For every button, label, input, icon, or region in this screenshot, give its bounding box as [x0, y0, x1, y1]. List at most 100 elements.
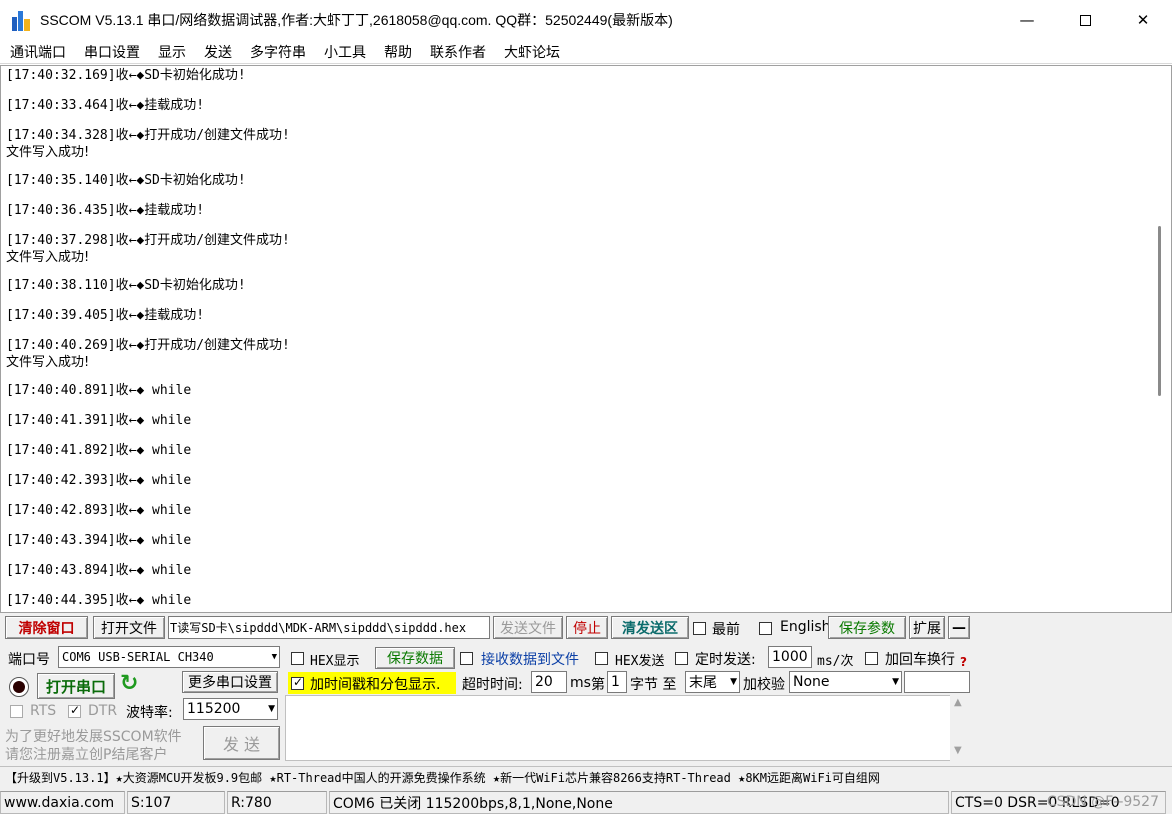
send-text-area[interactable] [285, 695, 970, 761]
promo-ticker[interactable]: 【升级到V5.13.1】★大资源MCU开发板9.9包邮 ★RT-Thread中国… [0, 766, 1172, 788]
log-line-text: [17:40:41.391]收←◆ while [6, 413, 192, 428]
rts-checkbox[interactable] [10, 705, 23, 718]
baud-label: 波特率: [126, 705, 173, 721]
log-line-text: [17:40:42.893]收←◆ while [6, 503, 192, 518]
status-sent-count: S:107 [127, 791, 225, 814]
refresh-icon[interactable]: ↻ [120, 671, 138, 696]
end-select-value: 末尾 [689, 675, 717, 691]
status-url[interactable]: www.daxia.com [0, 791, 125, 814]
chevron-down-icon: ▼ [892, 677, 899, 687]
log-line-text: [17:40:39.405]收←◆挂载成功! [6, 308, 205, 323]
log-line-text: [17:40:36.435]收←◆挂载成功! [6, 203, 205, 218]
collapse-button[interactable]: — [948, 616, 970, 639]
minimize-button[interactable]: — [998, 0, 1056, 40]
log-line: [17:40:38.110]收←◆SD卡初始化成功! [6, 276, 290, 306]
send-button[interactable]: 发 送 [203, 726, 280, 760]
english-checkbox[interactable] [759, 622, 772, 635]
clear-window-button[interactable]: 清除窗口 [5, 616, 88, 639]
log-line: [17:40:40.891]收←◆ while [6, 381, 290, 411]
hex-display-checkbox[interactable] [291, 652, 304, 665]
open-port-button[interactable]: 打开串口 [37, 673, 115, 699]
nth-byte-input[interactable]: 1 [607, 671, 627, 693]
log-line-text: [17:40:40.891]收←◆ while [6, 383, 192, 398]
byte-to-label: 字节 至 [630, 677, 677, 693]
minimize-icon: — [1019, 11, 1035, 29]
file-path-field[interactable]: T读写SD卡\sipddd\MDK-ARM\sipddd\sipddd.hex [168, 616, 490, 639]
baud-select[interactable]: 115200 ▼ [183, 698, 278, 720]
port-label: 端口号 [8, 652, 50, 668]
promo-note-line-1: 为了更好地发展SSCOM软件 [5, 729, 182, 745]
menu-bar: 通讯端口 串口设置 显示 发送 多字符串 小工具 帮助 联系作者 大虾论坛 [0, 40, 1172, 64]
dtr-checkbox[interactable] [68, 703, 81, 718]
status-port-info: COM6 已关闭 115200bps,8,1,None,None [329, 791, 949, 814]
log-line: [17:40:40.269]收←◆打开成功/创建文件成功! 文件写入成功! [6, 336, 290, 381]
topmost-checkbox[interactable] [693, 622, 706, 635]
log-line-text: [17:40:37.298]收←◆打开成功/创建文件成功! [6, 233, 290, 248]
recv-to-file-label[interactable]: 接收数据到文件 [481, 649, 579, 669]
log-line: [17:40:34.328]收←◆打开成功/创建文件成功! 文件写入成功! [6, 126, 290, 171]
menu-item-contact[interactable]: 联系作者 [422, 42, 494, 62]
log-line-text: [17:40:34.328]收←◆打开成功/创建文件成功! [6, 128, 290, 143]
timed-interval-input[interactable]: 1000 [768, 646, 812, 668]
hex-send-label: HEX发送 [615, 654, 665, 669]
menu-item-serial-settings[interactable]: 串口设置 [76, 42, 148, 62]
menu-item-forum[interactable]: 大虾论坛 [496, 42, 568, 62]
receive-log: [17:40:32.169]收←◆SD卡初始化成功! [17:40:33.464… [6, 66, 290, 612]
log-line-text: [17:40:35.140]收←◆SD卡初始化成功! [6, 173, 246, 188]
receive-scrollbar[interactable] [1158, 226, 1161, 396]
status-line-signals: CTS=0 DSR=0 RLSD=0 CSDN @F--9527 [951, 791, 1166, 814]
chevron-down-icon: ▼ [271, 652, 277, 662]
send-file-button[interactable]: 发送文件 [493, 616, 563, 639]
menu-item-tools[interactable]: 小工具 [316, 42, 374, 62]
timeout-input[interactable]: 20 [531, 671, 567, 693]
promo-ticker-text: 【升级到V5.13.1】★大资源MCU开发板9.9包邮 ★RT-Thread中国… [5, 771, 880, 785]
menu-item-port[interactable]: 通讯端口 [2, 42, 74, 62]
window-title: SSCOM V5.13.1 串口/网络数据调试器,作者:大虾丁丁,2618058… [40, 12, 673, 28]
log-line: [17:40:33.464]收←◆挂载成功! [6, 96, 290, 126]
hex-send-checkbox[interactable] [595, 652, 608, 665]
open-file-button[interactable]: 打开文件 [93, 616, 165, 639]
menu-item-multi-string[interactable]: 多字符串 [242, 42, 314, 62]
port-select-value: COM6 USB-SERIAL CH340 [62, 650, 214, 664]
log-line: [17:40:32.169]收←◆SD卡初始化成功! [6, 66, 290, 96]
maximize-button[interactable] [1056, 0, 1114, 40]
log-line-text: [17:40:43.394]收←◆ while [6, 533, 192, 548]
menu-item-help[interactable]: 帮助 [376, 42, 420, 62]
scroll-down-icon[interactable]: ▼ [954, 745, 962, 756]
port-status-icon [9, 677, 29, 697]
save-params-button[interactable]: 保存参数 [828, 616, 906, 639]
clear-send-button[interactable]: 清发送区 [611, 616, 689, 639]
timed-unit-label: ms/次 [817, 654, 854, 669]
send-scrollbar[interactable]: ▲ ▼ [950, 695, 970, 761]
more-settings-button[interactable]: 更多串口设置 [182, 671, 278, 693]
log-line: [17:40:35.140]收←◆SD卡初始化成功! [6, 171, 290, 201]
title-bar: SSCOM V5.13.1 串口/网络数据调试器,作者:大虾丁丁,2618058… [0, 0, 1172, 40]
checksum-extra-field[interactable] [904, 671, 970, 693]
save-data-button[interactable]: 保存数据 [375, 647, 455, 669]
scroll-up-icon[interactable]: ▲ [954, 697, 962, 708]
menu-item-send[interactable]: 发送 [196, 42, 240, 62]
port-select[interactable]: COM6 USB-SERIAL CH340 ▼ [58, 646, 280, 668]
checksum-select-value: None [793, 674, 830, 690]
log-line-text: [17:40:42.393]收←◆ while [6, 473, 192, 488]
status-received-count: R:780 [227, 791, 327, 814]
end-select[interactable]: 末尾 ▼ [685, 671, 740, 693]
receive-text-area[interactable]: [17:40:32.169]收←◆SD卡初始化成功! [17:40:33.464… [0, 65, 1172, 613]
watermark-text: CSDN @F--9527 [1046, 794, 1159, 810]
timestamp-checkbox[interactable] [291, 675, 304, 690]
help-icon[interactable]: ? [960, 655, 967, 669]
nth-label: 第 [591, 677, 605, 693]
rts-label: RTS [30, 703, 57, 719]
topmost-label: 最前 [712, 622, 740, 638]
expand-button[interactable]: 扩展 [909, 616, 945, 639]
checksum-select[interactable]: None ▼ [789, 671, 902, 693]
menu-item-display[interactable]: 显示 [150, 42, 194, 62]
timed-send-checkbox[interactable] [675, 652, 688, 665]
stop-button[interactable]: 停止 [566, 616, 608, 639]
append-newline-checkbox[interactable] [865, 652, 878, 665]
recv-to-file-checkbox[interactable] [460, 652, 473, 665]
log-line: [17:40:41.892]收←◆ while [6, 441, 290, 471]
close-button[interactable]: ✕ [1114, 0, 1172, 40]
log-line-text: [17:40:38.110]收←◆SD卡初始化成功! [6, 278, 246, 293]
status-bar: www.daxia.com S:107 R:780 COM6 已关闭 11520… [0, 791, 1172, 814]
